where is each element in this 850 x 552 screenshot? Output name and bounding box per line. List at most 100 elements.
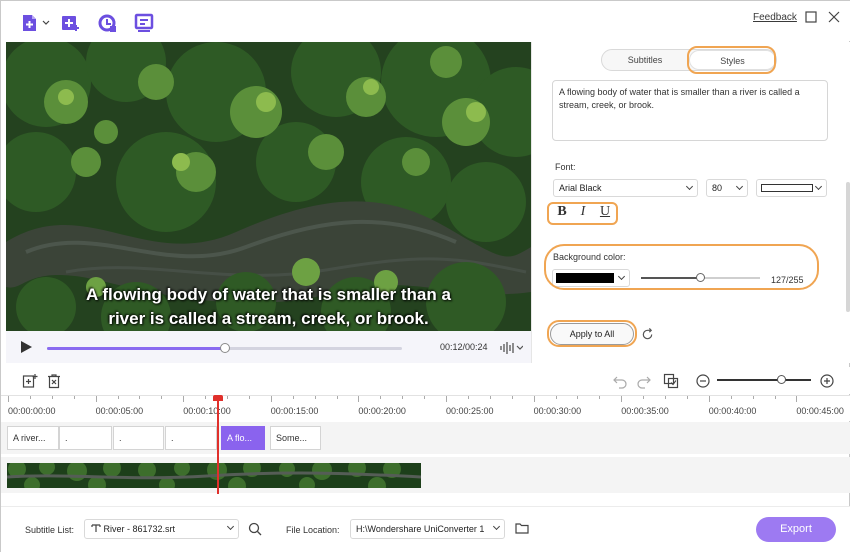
subtitle-clip[interactable]: Some... [270,426,321,450]
zoom-slider[interactable] [717,375,811,384]
file-location-path: H:\Wondershare UniConverter 1 [356,524,485,534]
ruler-minor-tick [489,396,491,399]
ruler-minor-tick [161,396,163,399]
seek-progress [47,347,225,350]
tab-subtitles[interactable]: Subtitles [602,50,688,70]
font-color-swatch [761,184,813,192]
zoom-in-icon[interactable] [819,373,835,389]
add-subtitle-track-icon[interactable] [22,373,38,389]
folder-icon[interactable] [515,522,529,534]
ruler-minor-tick [402,396,404,399]
seek-bar[interactable] [47,343,402,353]
file-location-select[interactable]: H:\Wondershare UniConverter 1 [350,519,505,539]
text-to-subtitle-icon[interactable] [134,13,154,33]
ruler-tick [8,396,9,402]
ruler-minor-tick [292,396,294,399]
close-icon[interactable] [827,10,841,24]
subtitle-clip[interactable]: . [113,426,164,450]
audio-waveform-icon[interactable] [499,341,523,355]
chevron-down-icon [226,522,235,531]
subtitle-clip[interactable]: . [59,426,112,450]
chevron-down-icon [814,182,823,191]
ruler-tick [533,396,535,402]
video-track [1,457,850,493]
ruler-minor-tick [730,396,732,399]
ruler-label: 00:00:15:00 [270,406,319,416]
subtitle-list-select[interactable]: River - 861732.srt [84,519,239,539]
font-color-select[interactable] [756,179,827,197]
ruler-minor-tick [511,396,513,399]
playhead-handle[interactable] [213,395,223,401]
timeline-ruler[interactable]: 00:00:00:00 00:00:05:00 00:00:10:00 00:00:1… [1,395,850,421]
add-file-icon[interactable] [20,13,40,33]
top-toolbar: Feedback [1,1,850,41]
format-highlight [547,202,618,225]
ruler-minor-tick [665,396,666,399]
subtitle-file-name: River - 861732.srt [103,524,176,534]
caption-line-2: river is called a stream, creek, or broo… [108,309,429,328]
ruler-tick [796,396,798,402]
chevron-down-icon [492,522,501,531]
subtitle-text-field[interactable]: A flowing body of water that is smaller … [552,80,828,141]
ruler-minor-tick [139,396,141,399]
font-family-value: Arial Black [559,183,602,193]
player-controls: 00:12/00:24 [6,331,531,363]
ruler-minor-tick [73,396,75,399]
ruler-minor-tick [248,396,250,399]
ruler-tick [183,396,185,402]
subtitle-track: A river...... A flo... Some... [1,422,850,454]
font-family-select[interactable]: Arial Black [553,179,698,197]
ruler-minor-tick [336,396,338,399]
font-size-select[interactable]: 80 [706,179,748,197]
speech-to-text-icon[interactable] [97,13,117,33]
feedback-link[interactable]: Feedback [753,12,797,23]
apply-highlight [547,320,637,347]
ruler-label: 00:00:20:00 [358,406,406,416]
zoom-out-icon[interactable] [695,373,711,389]
subtitle-clip[interactable]: A river... [7,426,59,450]
styles-panel: Subtitles Styles A flowing body of water… [531,42,850,363]
ruler-minor-tick [29,396,31,399]
panel-scrollbar[interactable] [846,182,850,312]
delete-icon[interactable] [46,373,62,389]
styles-tab-highlight [687,46,776,74]
ruler-tick [358,396,360,402]
font-size-value: 80 [712,183,723,193]
ruler-minor-tick [227,396,228,399]
add-subtitle-icon[interactable] [60,13,80,33]
split-view-icon[interactable] [663,373,679,389]
ruler-label: 00:00:35:00 [621,406,669,416]
seek-handle[interactable] [219,343,230,353]
ruler-minor-tick [577,396,579,399]
video-preview: A flowing body of water that is smaller … [6,42,531,331]
ruler-minor-tick [599,396,601,399]
ruler-minor-tick [51,396,53,399]
playback-time: 00:12/00:24 [440,342,488,352]
text-file-icon [91,524,101,532]
undo-icon[interactable] [612,373,628,389]
ruler-minor-tick [205,396,207,399]
zoom-slider-handle[interactable] [776,375,786,384]
ruler-label: 00:00:45:00 [796,406,844,416]
playhead-line[interactable] [217,399,219,494]
search-icon[interactable] [248,522,262,536]
filmstrip-thumbnails [7,463,421,488]
ruler-tick [446,396,447,402]
bottom-bar: Subtitle List: River - 861732.srt File L… [1,506,850,552]
ruler-minor-tick [314,396,316,399]
ruler-tick [270,396,272,402]
chevron-down-icon[interactable] [42,20,50,26]
subtitle-clip[interactable]: . [165,426,217,450]
subtitle-list-label: Subtitle List: [25,525,75,535]
reset-icon[interactable] [641,328,654,341]
subtitle-clip[interactable]: A flo... [221,426,265,450]
redo-icon[interactable] [636,373,652,389]
ruler-tick [708,396,710,402]
play-icon[interactable] [21,341,32,353]
maximize-icon[interactable] [804,10,818,24]
background-highlight [544,244,819,290]
ruler-minor-tick [774,396,776,399]
timeline-toolbar [1,367,850,394]
export-button[interactable]: Export [756,517,836,542]
video-filmstrip[interactable] [7,463,421,488]
